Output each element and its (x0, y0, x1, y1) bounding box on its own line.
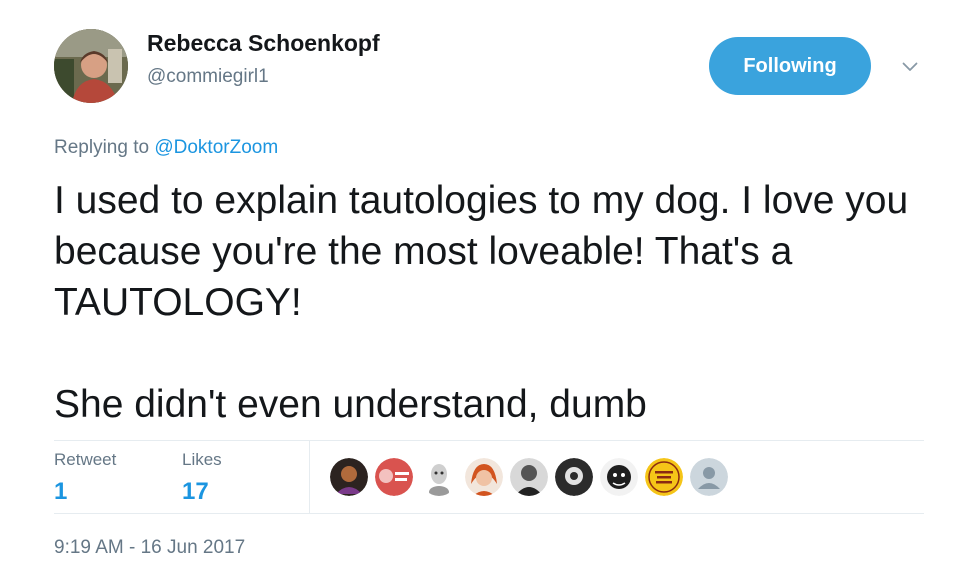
chevron-down-icon (902, 62, 918, 71)
retweet-stat[interactable]: Retweet 1 (54, 450, 116, 506)
liker-avatar-2-icon (375, 458, 413, 496)
more-options-button[interactable] (898, 55, 922, 79)
liker-avatar-default[interactable] (690, 458, 728, 496)
liker-avatar-8-icon (645, 458, 683, 496)
liker-avatar-1[interactable] (330, 458, 368, 496)
tweet-text: I used to explain tautologies to my dog.… (54, 179, 909, 426)
avatar-photo-icon (54, 29, 128, 103)
default-user-icon (690, 458, 728, 496)
likes-label: Likes (182, 450, 222, 469)
liker-avatar-4[interactable] (465, 458, 503, 496)
retweet-count: 1 (54, 478, 68, 505)
retweet-label: Retweet (54, 450, 117, 469)
replying-to-line: Replying to @DoktorZoom (54, 137, 278, 159)
tweet-timestamp[interactable]: 9:19 AM - 16 Jun 2017 (54, 537, 245, 559)
liker-avatar-1-icon (330, 458, 368, 496)
likes-count: 17 (182, 478, 209, 505)
replying-to-label: Replying to (54, 137, 150, 158)
reply-mention-link[interactable]: @DoktorZoom (154, 137, 278, 158)
stats-divider-bottom (54, 513, 924, 514)
stats-separator (309, 441, 310, 513)
author-avatar[interactable] (54, 29, 128, 103)
liker-avatar-2[interactable] (375, 458, 413, 496)
liker-avatar-5-icon (510, 458, 548, 496)
liker-avatar-5[interactable] (510, 458, 548, 496)
liker-avatar-3-icon (420, 458, 458, 496)
liker-avatar-7[interactable] (600, 458, 638, 496)
liker-avatar-6[interactable] (555, 458, 593, 496)
liker-avatar-7-icon (600, 458, 638, 496)
liker-avatar-3[interactable] (420, 458, 458, 496)
author-display-name[interactable]: Rebecca Schoenkopf (147, 30, 380, 57)
liker-avatar-6-icon (555, 458, 593, 496)
likes-stat[interactable]: Likes 17 (182, 450, 222, 506)
liker-avatar-4-icon (465, 458, 503, 496)
liker-avatar-8[interactable] (645, 458, 683, 496)
author-handle[interactable]: @commiegirl1 (147, 66, 269, 88)
following-button[interactable]: Following (709, 37, 871, 95)
tweet-card: Rebecca Schoenkopf @commiegirl1 Followin… (0, 0, 980, 584)
liker-avatars (330, 458, 735, 496)
stats-divider-top (54, 440, 924, 441)
